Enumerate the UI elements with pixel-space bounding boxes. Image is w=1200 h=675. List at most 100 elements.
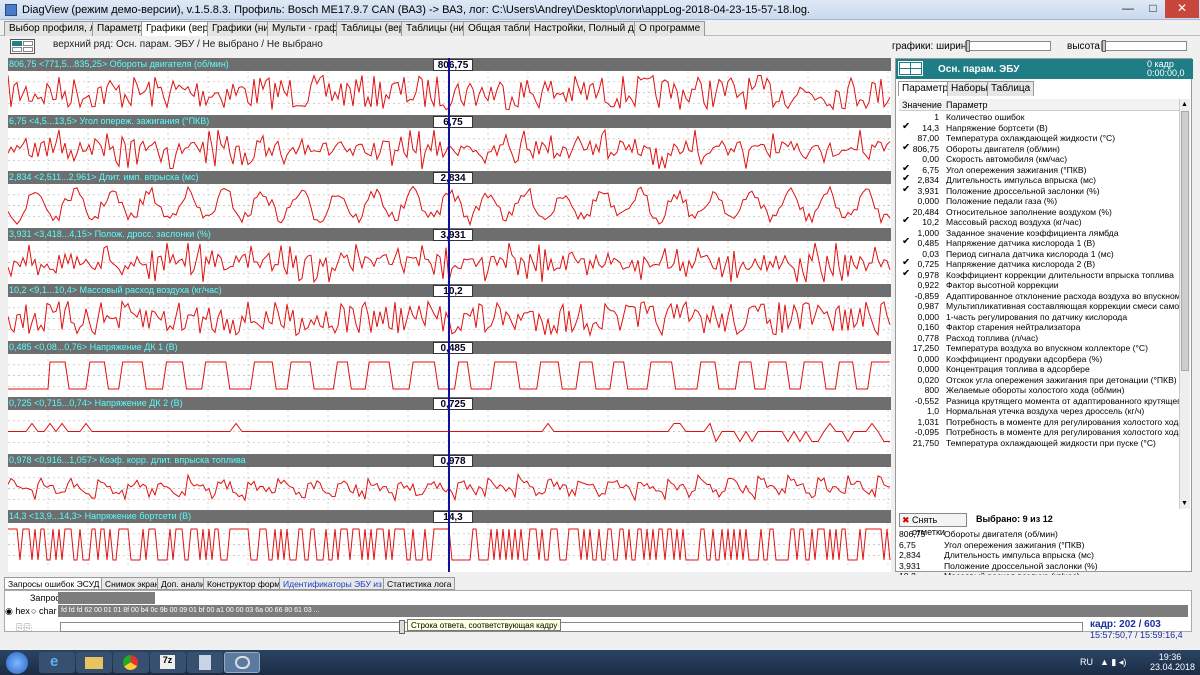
diagview-task-icon[interactable] — [224, 652, 260, 673]
param-row[interactable]: 0,00 Скорость автомобиля (км/час) — [899, 154, 1185, 164]
param-row[interactable]: 17,250 Температура воздуха во впускном ко… — [899, 343, 1185, 353]
param-check-icon[interactable]: ✔ — [902, 217, 911, 226]
param-row[interactable]: 0,725 ✔ Напряжение датчика кислорода 2 (В) — [899, 259, 1185, 269]
calculator-icon[interactable] — [187, 652, 223, 673]
param-row[interactable]: 1,031 Потребность в моменте для регулиров… — [899, 417, 1185, 427]
plot-header-label: 6,75 <4,5...13,5> Угол опереж. зажигания… — [9, 116, 210, 126]
param-row[interactable]: 0,000 Концентрация топлива в адсорбере — [899, 364, 1185, 374]
width-slider[interactable] — [965, 40, 1051, 52]
param-name: Желаемые обороты холостого хода (об/мин) — [946, 385, 1125, 395]
param-row[interactable]: 0,03 Период сигнала датчика кислорода 1 (… — [899, 249, 1185, 259]
mode-hex[interactable]: ◉ hex — [5, 606, 30, 617]
param-check-icon[interactable]: ✔ — [902, 270, 911, 279]
plot-cursor-value: 14,3 — [433, 511, 473, 523]
col-param-header[interactable]: Параметр — [946, 99, 988, 111]
tab-error-requests[interactable]: Запросы ошибок ЭСУД (0) — [4, 577, 117, 590]
start-button[interactable] — [6, 652, 28, 674]
param-row[interactable]: 0,000 Положение педали газа (%) — [899, 196, 1185, 206]
param-check-icon[interactable]: ✔ — [902, 259, 911, 268]
param-row[interactable]: -0,552 Разница крутящего момента от адапт… — [899, 396, 1185, 406]
param-row[interactable]: 0,020 Отскок угла опережения зажигания пр… — [899, 375, 1185, 385]
param-row[interactable]: -0,095 Потребность в моменте для регулиро… — [899, 427, 1185, 437]
top-row-label: верхний ряд: Осн. парам. ЭБУ / Не выбран… — [53, 39, 323, 50]
tab-table[interactable]: Таблица — [987, 81, 1035, 96]
params-table[interactable]: Значение Параметр 1 Количество ошибок 14,3… — [899, 99, 1185, 509]
param-name: Температура охлаждающей жидкости (°C) — [946, 133, 1116, 143]
uncheck-x-icon: ✖ — [902, 515, 910, 525]
scroll-up-icon[interactable]: ▲ — [1181, 101, 1188, 108]
param-row[interactable]: 3,931 ✔ Положение дроссельной заслонки (%) — [899, 186, 1185, 196]
param-row[interactable]: 10,2 ✔ Массовый расход воздуха (кг/час) — [899, 217, 1185, 227]
tab-log-stats[interactable]: Статистика лога — [383, 577, 456, 590]
folder-icon[interactable] — [76, 652, 112, 673]
param-row[interactable]: 0,922 Фактор высотной коррекции — [899, 280, 1185, 290]
request-field[interactable] — [58, 592, 155, 604]
param-row[interactable]: 1,000 Заданное значение коэффициента лямб… — [899, 228, 1185, 238]
params-scrollbar[interactable]: ▲ ▼ — [1179, 99, 1190, 509]
param-row[interactable]: 0,160 Фактор старения нейтрализатора — [899, 322, 1185, 332]
frame-slider-thumb[interactable] — [399, 620, 405, 634]
ie-icon[interactable]: e — [39, 652, 75, 673]
close-button[interactable]: ✕ — [1165, 0, 1199, 18]
tab-sets[interactable]: Наборы — [947, 81, 992, 96]
height-slider[interactable] — [1101, 40, 1187, 52]
param-row[interactable]: 1,0 Нормальная утечка воздуха через дросс… — [899, 406, 1185, 416]
param-value: 21,750 — [912, 437, 939, 448]
uncheck-all-button[interactable]: ✖ Снять отметки — [899, 513, 967, 537]
param-row[interactable]: 21,750 Температура охлаждающей жидкости п… — [899, 438, 1185, 448]
language-indicator[interactable]: RU — [1080, 657, 1093, 667]
plot-cursor-value: 3,931 — [433, 229, 473, 241]
param-row[interactable]: 0,000 1-часть регулирования по датчику ки… — [899, 312, 1185, 322]
param-row[interactable]: 87,00 Температура охлаждающей жидкости (°… — [899, 133, 1185, 143]
mode-char[interactable]: ○ char — [31, 606, 56, 616]
chrome-icon[interactable] — [113, 652, 149, 673]
clock-date: 23.04.2018 — [1150, 662, 1196, 672]
char-radio-icon[interactable]: ○ — [31, 606, 36, 616]
clock[interactable]: 19:36 23.04.2018 — [1150, 652, 1196, 672]
param-name: Положение дроссельной заслонки (%) — [946, 185, 1100, 196]
param-row[interactable]: 806,75 ✔ Обороты двигателя (об/мин) — [899, 144, 1185, 154]
minimize-button[interactable]: — — [1115, 0, 1141, 18]
col-value-header[interactable]: Значение — [902, 99, 942, 111]
param-name: Мультипликативная составляющая коррекции… — [946, 301, 1184, 311]
param-row[interactable]: -0,859 Адаптированное отклонение расхода … — [899, 291, 1185, 301]
frame-slider[interactable] — [60, 620, 1083, 634]
param-check-icon[interactable]: ✔ — [902, 123, 911, 132]
frame-counter-time: 0:00:00,0 — [1147, 68, 1185, 78]
param-row[interactable]: 0,978 ✔ Коэффициент коррекции длительности… — [899, 270, 1185, 280]
scroll-thumb[interactable] — [1181, 111, 1189, 371]
param-row[interactable]: 0,987 Мультипликативная составляющая корр… — [899, 301, 1185, 311]
maximize-button[interactable]: □ — [1141, 0, 1165, 18]
param-check-icon[interactable]: ✔ — [902, 238, 911, 247]
param-row[interactable]: 1 Количество ошибок — [899, 112, 1185, 122]
panel-layout-icon[interactable] — [898, 61, 923, 76]
param-check-icon[interactable]: ✔ — [902, 175, 911, 184]
param-check-icon[interactable]: ✔ — [902, 165, 911, 174]
param-name: Расход топлива (л/час) — [946, 332, 1039, 343]
param-row[interactable]: 20,484 Относительное заполнение воздухом … — [899, 207, 1185, 217]
param-name: Фактор высотной коррекции — [946, 280, 1059, 290]
param-check-icon[interactable]: ✔ — [902, 144, 911, 153]
hex-radio-icon[interactable]: ◉ — [5, 606, 13, 616]
selected-param-name: Длительность импульса впрыска (мс) — [944, 550, 1095, 560]
param-row[interactable]: 0,778 Расход топлива (л/час) — [899, 333, 1185, 343]
param-check-icon[interactable]: ✔ — [902, 186, 911, 195]
tab-about[interactable]: О программе — [634, 21, 706, 36]
param-row[interactable]: 0,000 Коэффициент продувки адсорбера (%) — [899, 354, 1185, 364]
param-value: 0,03 — [922, 248, 939, 259]
param-value: 1 — [934, 112, 939, 122]
param-row[interactable]: 14,3 ✔ Напряжение бортсети (В) — [899, 123, 1185, 133]
param-row[interactable]: 0,485 ✔ Напряжение датчика кислорода 1 (В) — [899, 238, 1185, 248]
scroll-down-icon[interactable]: ▼ — [1181, 500, 1188, 507]
param-row[interactable]: 2,834 ✔ Длительность импульса впрыска (мс) — [899, 175, 1185, 185]
param-row[interactable]: 6,75 ✔ Угол опережения зажигания (°ПКВ) — [899, 165, 1185, 175]
7zip-icon[interactable]: 7z — [150, 652, 186, 673]
plot-cursor-value: 806,75 — [433, 59, 473, 71]
tray-icons[interactable]: ▲ ▮ ◂) — [1100, 657, 1126, 668]
params-panel-title: Осн. парам. ЭБУ — [938, 64, 1020, 75]
time-cursor[interactable] — [448, 58, 450, 572]
layout-grid-icon[interactable] — [10, 39, 35, 54]
plot-cursor-value: 10,2 — [433, 285, 473, 297]
param-row[interactable]: 800 Желаемые обороты холостого хода (об/м… — [899, 385, 1185, 395]
export-icon[interactable]: ⎘⎘ — [16, 623, 46, 635]
